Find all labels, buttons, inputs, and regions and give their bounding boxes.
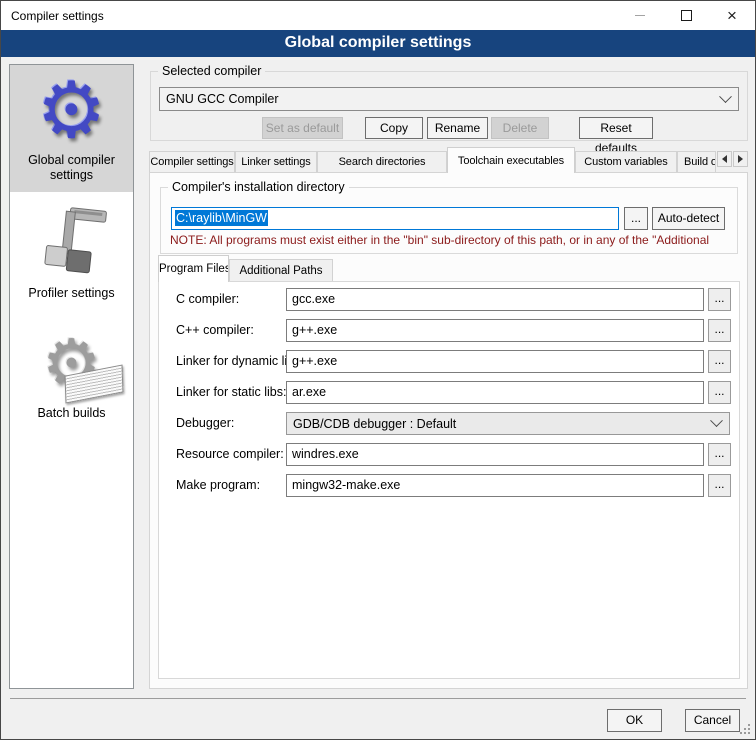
- selected-compiler-group-label: Selected compiler: [158, 64, 265, 78]
- tab-toolchain-executables[interactable]: Toolchain executables: [447, 147, 575, 173]
- c-compiler-label: C compiler:: [176, 288, 284, 311]
- installation-directory-group-label: Compiler's installation directory: [168, 180, 349, 194]
- compiler-select-value: GNU GCC Compiler: [166, 92, 279, 106]
- reset-defaults-button[interactable]: Reset defaults: [579, 117, 653, 139]
- c-compiler-row: C compiler: gcc.exe ...: [159, 288, 739, 311]
- resource-compiler-browse-button[interactable]: ...: [708, 443, 731, 466]
- compiler-select[interactable]: GNU GCC Compiler: [159, 87, 739, 111]
- arrow-left-icon: [722, 155, 727, 163]
- cpp-compiler-value: g++.exe: [292, 323, 337, 337]
- bin-subdirectory-note: NOTE: All programs must exist either in …: [170, 233, 735, 247]
- debugger-value: GDB/CDB debugger : Default: [293, 417, 456, 431]
- auto-detect-button[interactable]: Auto-detect: [652, 207, 725, 230]
- sidebar-item-batch-builds[interactable]: ⚙ Batch builds: [10, 324, 133, 430]
- gear-stack-icon: ⚙: [12, 328, 131, 404]
- sidebar-item-label: Global compiler settings: [12, 153, 131, 183]
- dynamic-linker-browse-button[interactable]: ...: [708, 350, 731, 373]
- resize-grip[interactable]: [740, 724, 750, 734]
- c-compiler-input[interactable]: gcc.exe: [286, 288, 704, 311]
- maximize-button[interactable]: [663, 1, 709, 30]
- rename-button[interactable]: Rename: [427, 117, 488, 139]
- ok-button[interactable]: OK: [607, 709, 662, 732]
- cpp-compiler-row: C++ compiler: g++.exe ...: [159, 319, 739, 342]
- close-icon: ×: [727, 7, 737, 24]
- dynamic-linker-label: Linker for dynamic libs:: [176, 350, 284, 373]
- cancel-button[interactable]: Cancel: [685, 709, 740, 732]
- make-program-label: Make program:: [176, 474, 284, 497]
- selected-compiler-group: Selected compiler GNU GCC Compiler Set a…: [150, 71, 748, 141]
- static-linker-input[interactable]: ar.exe: [286, 381, 704, 404]
- sidebar-item-label: Batch builds: [12, 406, 131, 421]
- delete-button[interactable]: Delete: [491, 117, 549, 139]
- c-compiler-browse-button[interactable]: ...: [708, 288, 731, 311]
- static-linker-label: Linker for static libs:: [176, 381, 284, 404]
- tab-search-directories[interactable]: Search directories: [317, 151, 447, 173]
- dynamic-linker-value: g++.exe: [292, 354, 337, 368]
- tab-build-options[interactable]: Build options: [677, 151, 716, 173]
- toolchain-executables-page: Compiler's installation directory C:\ray…: [149, 172, 748, 689]
- copy-button[interactable]: Copy: [365, 117, 423, 139]
- compiler-settings-dialog: Compiler settings × Global compiler sett…: [0, 0, 756, 740]
- static-linker-value: ar.exe: [292, 385, 326, 399]
- debugger-label: Debugger:: [176, 412, 284, 435]
- footer-divider: [10, 698, 746, 699]
- make-program-browse-button[interactable]: ...: [708, 474, 731, 497]
- debugger-row: Debugger: GDB/CDB debugger : Default: [159, 412, 739, 435]
- window-title: Compiler settings: [11, 9, 104, 23]
- make-program-input[interactable]: mingw32-make.exe: [286, 474, 704, 497]
- resource-compiler-row: Resource compiler: windres.exe ...: [159, 443, 739, 466]
- tab-compiler-settings[interactable]: Compiler settings: [149, 151, 235, 173]
- make-program-row: Make program: mingw32-make.exe ...: [159, 474, 739, 497]
- window-controls: ×: [617, 1, 755, 30]
- sidebar-item-global-compiler-settings[interactable]: ⚙ Global compiler settings: [10, 65, 133, 192]
- tab-additional-paths[interactable]: Additional Paths: [229, 259, 333, 282]
- static-linker-row: Linker for static libs: ar.exe ...: [159, 381, 739, 404]
- page-title: Global compiler settings: [1, 30, 755, 57]
- minimize-icon: [635, 15, 645, 16]
- tab-scroll-right-button[interactable]: [733, 151, 748, 167]
- c-compiler-value: gcc.exe: [292, 292, 335, 306]
- tab-scroll-left-button[interactable]: [717, 151, 732, 167]
- dynamic-linker-row: Linker for dynamic libs: g++.exe ...: [159, 350, 739, 373]
- static-linker-browse-button[interactable]: ...: [708, 381, 731, 404]
- browse-directory-button[interactable]: ...: [624, 207, 648, 230]
- resource-compiler-value: windres.exe: [292, 447, 359, 461]
- gear-blue-icon: ⚙: [12, 69, 131, 151]
- program-files-page: C compiler: gcc.exe ... C++ compiler: g+…: [158, 281, 740, 679]
- maximize-icon: [681, 10, 692, 21]
- sidebar-item-profiler-settings[interactable]: Profiler settings: [10, 200, 133, 310]
- tab-linker-settings[interactable]: Linker settings: [235, 151, 317, 173]
- program-files-tabstrip: Program Files Additional Paths: [158, 255, 558, 282]
- minimize-button[interactable]: [617, 1, 663, 30]
- installation-directory-group: Compiler's installation directory C:\ray…: [160, 187, 738, 254]
- debugger-select[interactable]: GDB/CDB debugger : Default: [286, 412, 730, 435]
- close-button[interactable]: ×: [709, 1, 755, 30]
- installation-directory-input[interactable]: C:\raylib\MinGW: [171, 207, 619, 230]
- dynamic-linker-input[interactable]: g++.exe: [286, 350, 704, 373]
- settings-category-list: ⚙ Global compiler settings Profiler sett…: [9, 64, 134, 689]
- cpp-compiler-browse-button[interactable]: ...: [708, 319, 731, 342]
- sidebar-item-label: Profiler settings: [12, 286, 131, 301]
- set-as-default-button[interactable]: Set as default: [262, 117, 343, 139]
- titlebar: Compiler settings ×: [1, 1, 755, 30]
- resource-compiler-label: Resource compiler:: [176, 443, 284, 466]
- chevron-down-icon: [719, 90, 732, 103]
- installation-directory-value: C:\raylib\MinGW: [175, 210, 268, 226]
- caliper-icon: [12, 204, 131, 284]
- compiler-settings-tabstrip: Compiler settings Linker settings Search…: [149, 147, 749, 173]
- arrow-right-icon: [738, 155, 743, 163]
- resource-compiler-input[interactable]: windres.exe: [286, 443, 704, 466]
- tab-custom-variables[interactable]: Custom variables: [575, 151, 677, 173]
- cpp-compiler-input[interactable]: g++.exe: [286, 319, 704, 342]
- make-program-value: mingw32-make.exe: [292, 478, 400, 492]
- cpp-compiler-label: C++ compiler:: [176, 319, 284, 342]
- tab-program-files[interactable]: Program Files: [158, 255, 229, 282]
- chevron-down-icon: [710, 414, 723, 427]
